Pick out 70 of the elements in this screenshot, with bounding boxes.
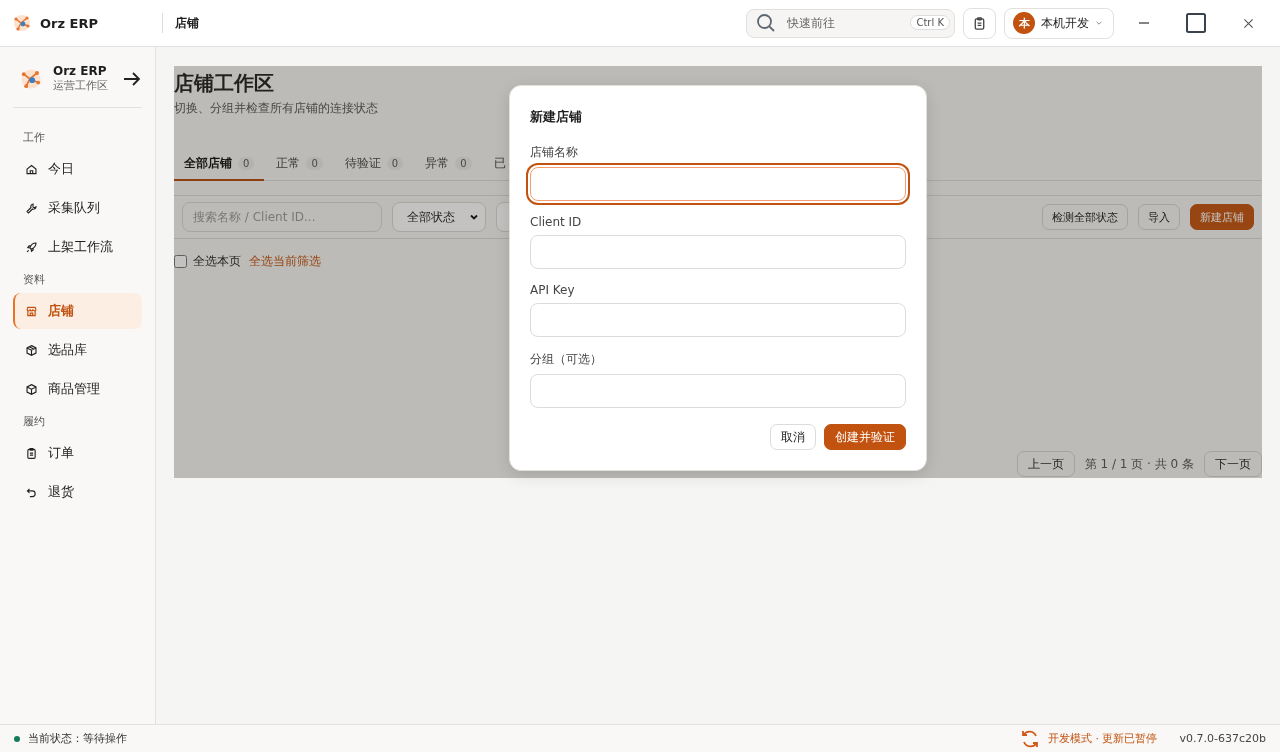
field-label: API Key: [530, 283, 576, 297]
chevron-down-icon: [469, 212, 479, 222]
input-field[interactable]: [530, 374, 906, 408]
page-title: 店铺: [162, 13, 199, 33]
count-badge: 0: [306, 156, 323, 170]
sidebar-item[interactable]: 店铺: [13, 293, 142, 329]
submit-button[interactable]: 创建并验证: [824, 424, 906, 450]
input-field[interactable]: [530, 167, 906, 201]
clipboard-icon: [972, 15, 987, 31]
field-label: 分组（可选）: [530, 351, 603, 368]
tab[interactable]: 正常 0: [266, 147, 333, 181]
status-dot-icon: [14, 735, 20, 742]
home-icon: [25, 162, 38, 176]
sidebar-item[interactable]: 今日: [13, 151, 142, 187]
user-menu-button[interactable]: 本 本机开发: [1004, 7, 1114, 39]
tab[interactable]: 全部店铺 0: [174, 147, 265, 181]
input-field[interactable]: [530, 303, 906, 337]
section-label: 资料: [22, 272, 46, 288]
section-label: 履约: [22, 414, 46, 430]
count-badge: 0: [238, 156, 255, 170]
chevron-down-icon: [1095, 19, 1103, 27]
page-subtitle: 切换、分组并检查所有店铺的连接状态: [174, 100, 378, 117]
sidebar-item[interactable]: 上架工作流: [13, 229, 142, 265]
page-heading: 店铺工作区: [174, 70, 274, 96]
store-icon: [25, 304, 38, 318]
prev-page-button[interactable]: 上一页: [1016, 451, 1075, 477]
wrench-icon: [25, 201, 38, 215]
sidebar-item[interactable]: 订单: [13, 435, 142, 471]
sidebar-item[interactable]: 采集队列: [13, 190, 142, 226]
box-icon: [25, 382, 38, 396]
avatar: 本: [1013, 12, 1035, 34]
app-name: Orz ERP: [40, 15, 98, 31]
mode-text: 开发模式 · 更新已暂停: [1048, 731, 1158, 746]
maximize-icon: [1186, 13, 1206, 33]
rocket-icon: [25, 240, 38, 254]
sidebar-item[interactable]: 商品管理: [13, 371, 142, 407]
checkbox-label: 全选本页: [193, 253, 241, 270]
status-dropdown[interactable]: 全部状态: [392, 202, 486, 232]
search-field[interactable]: 搜索名称 / Client ID...: [182, 202, 382, 232]
next-page-button[interactable]: 下一页: [1204, 451, 1262, 477]
clipboard-icon: [25, 446, 38, 460]
cancel-button[interactable]: 取消: [770, 424, 816, 450]
action-button[interactable]: 检测全部状态: [1042, 204, 1128, 230]
refresh-icon: [1020, 728, 1040, 749]
sidebar-item[interactable]: 退货: [13, 474, 142, 510]
close-icon: [1242, 17, 1254, 29]
section-label: 工作: [22, 130, 46, 146]
brand-name: Orz ERP: [53, 64, 108, 78]
logo-icon: [12, 13, 32, 33]
checkbox[interactable]: [174, 255, 187, 268]
clipboard-button[interactable]: [963, 7, 996, 39]
package-icon: [25, 343, 38, 357]
sidebar-item[interactable]: 选品库: [13, 332, 142, 368]
search-icon: [756, 12, 776, 33]
dialog-title: 新建店铺: [530, 108, 583, 126]
field-label: Client ID: [530, 215, 583, 229]
page-info: 第 1 / 1 页 · 共 0 条: [1084, 455, 1194, 473]
tab[interactable]: 待验证 0: [334, 147, 414, 181]
workspace-name: 运营工作区: [53, 78, 109, 93]
select-filtered-link[interactable]: 全选当前筛选: [249, 253, 321, 270]
count-badge: 0: [386, 156, 404, 170]
logo-icon: [19, 66, 43, 91]
action-button[interactable]: 导入: [1138, 204, 1180, 230]
input-field[interactable]: [530, 235, 906, 269]
field-label: 店铺名称: [530, 144, 579, 161]
version-text: v0.7.0-637c20b: [1179, 732, 1266, 745]
tab[interactable]: 异常 0: [415, 147, 482, 181]
action-button[interactable]: 新建店铺: [1190, 204, 1254, 230]
count-badge: 0: [455, 156, 472, 170]
status-text: 当前状态：等待操作: [28, 731, 127, 746]
